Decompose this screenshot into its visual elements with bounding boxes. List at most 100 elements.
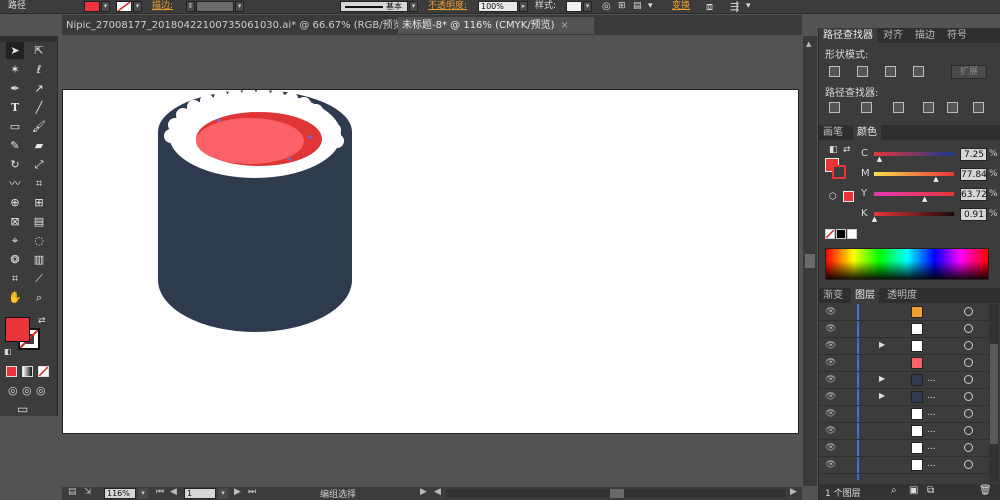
target-circle-icon[interactable] bbox=[964, 375, 973, 384]
perspective-grid-tool-icon[interactable]: ⊞ bbox=[30, 194, 48, 211]
layer-row[interactable]: 👁 bbox=[819, 321, 989, 338]
stroke-weight-stepper[interactable]: ⇕ bbox=[186, 1, 195, 12]
stroke-dropdown[interactable]: ▾ bbox=[133, 1, 142, 12]
curvature-tool-icon[interactable]: ↗ bbox=[30, 80, 48, 97]
fill-dropdown[interactable]: ▾ bbox=[101, 1, 110, 12]
visibility-eye-icon[interactable]: 👁 bbox=[825, 324, 836, 334]
isolate-icon[interactable]: ⧈ bbox=[706, 0, 713, 13]
tab-untitled-8[interactable]: 未标题-8* @ 116% (CMYK/预览) × bbox=[398, 17, 594, 34]
default-fill-stroke-icon[interactable]: ◧ bbox=[829, 145, 838, 155]
warp-tool-icon[interactable]: 〰 bbox=[6, 175, 24, 192]
expand-arrow-icon[interactable]: ▶ bbox=[879, 340, 885, 349]
clipping-mask-icon[interactable]: ▣ bbox=[909, 485, 918, 496]
artboard[interactable] bbox=[62, 87, 800, 435]
layer-row[interactable]: 👁 ▶... bbox=[819, 389, 989, 406]
channel-slider-m[interactable] bbox=[874, 172, 954, 176]
expand-button[interactable]: 扩展 bbox=[951, 65, 987, 79]
hscroll-thumb[interactable] bbox=[610, 489, 624, 498]
color-spectrum[interactable] bbox=[825, 248, 989, 280]
layer-row[interactable]: 👁... bbox=[819, 423, 989, 440]
out-of-gamut-icon[interactable]: ⬡ bbox=[829, 192, 837, 202]
slider-handle-icon[interactable]: ▲ bbox=[872, 215, 877, 223]
delete-layer-icon[interactable]: 🗑 bbox=[979, 485, 992, 496]
transform-label[interactable]: 变换 bbox=[672, 0, 690, 13]
more-icon[interactable]: ▾ bbox=[648, 0, 653, 13]
page-input[interactable]: 1 bbox=[184, 488, 216, 499]
brush-definition[interactable]: 基本 bbox=[340, 1, 408, 12]
align-icon[interactable]: ⊞ bbox=[618, 0, 626, 13]
white-swatch[interactable] bbox=[847, 229, 857, 239]
paintbrush-tool-icon[interactable]: 🖌 bbox=[30, 118, 48, 135]
draw-behind-icon[interactable]: ◎ bbox=[22, 384, 32, 397]
layers-scroll-thumb[interactable] bbox=[990, 344, 998, 444]
minus-front-icon[interactable] bbox=[857, 66, 868, 77]
swap-fill-stroke-icon[interactable]: ⇄ bbox=[843, 145, 851, 155]
first-page-icon[interactable]: ⏮ bbox=[156, 487, 164, 497]
blend-tool-icon[interactable]: ◌ bbox=[30, 232, 48, 249]
trim-icon[interactable] bbox=[861, 102, 872, 113]
visibility-eye-icon[interactable]: 👁 bbox=[825, 358, 836, 368]
layer-row[interactable]: 👁... bbox=[819, 440, 989, 457]
slice-tool-icon[interactable]: ⟋ bbox=[30, 270, 48, 287]
pencil-tool-icon[interactable]: ✎ bbox=[6, 137, 24, 154]
stroke-weight-input[interactable] bbox=[196, 1, 234, 12]
arrange-dropdown-icon[interactable]: ▾ bbox=[746, 0, 751, 13]
prev-page-icon[interactable]: ◀ bbox=[170, 487, 177, 497]
hand-tool-icon[interactable]: ✋ bbox=[6, 289, 24, 306]
opacity-input[interactable]: 100% bbox=[478, 1, 518, 12]
target-circle-icon[interactable] bbox=[964, 341, 973, 350]
tab-align[interactable]: 对齐 bbox=[879, 28, 907, 43]
slider-handle-icon[interactable]: ▲ bbox=[877, 155, 882, 163]
direct-selection-tool-icon[interactable]: ⇱ bbox=[30, 42, 48, 59]
tab-pathfinder[interactable]: 路径查找器 bbox=[819, 28, 877, 43]
stroke-label[interactable]: 描边: bbox=[152, 0, 173, 13]
gradient-tool-icon[interactable]: ▤ bbox=[30, 213, 48, 230]
distribute-icon[interactable]: ▤ bbox=[633, 0, 642, 13]
layer-row[interactable]: 👁... bbox=[819, 457, 989, 474]
fill-swatch[interactable] bbox=[84, 1, 100, 12]
scroll-thumb[interactable] bbox=[805, 254, 815, 268]
channel-slider-k[interactable] bbox=[874, 212, 954, 216]
visibility-eye-icon[interactable]: 👁 bbox=[825, 375, 836, 385]
layers-scrollbar[interactable] bbox=[989, 304, 999, 482]
magic-wand-tool-icon[interactable]: ✶ bbox=[6, 61, 24, 78]
symbol-sprayer-tool-icon[interactable]: ❂ bbox=[6, 251, 24, 268]
target-circle-icon[interactable] bbox=[964, 307, 973, 316]
fill-color-swatch[interactable] bbox=[5, 317, 30, 342]
last-page-icon[interactable]: ⏭ bbox=[248, 487, 256, 497]
hscroll-left-icon[interactable]: ◀ bbox=[434, 487, 441, 497]
layer-row[interactable]: 👁... bbox=[819, 406, 989, 423]
opacity-dropdown[interactable]: ▸ bbox=[519, 1, 528, 12]
scale-tool-icon[interactable]: ⤢ bbox=[30, 156, 48, 173]
channel-slider-y[interactable] bbox=[874, 192, 954, 196]
eyedropper-tool-icon[interactable]: ⌖ bbox=[6, 232, 24, 249]
tab-symbols[interactable]: 符号 bbox=[943, 28, 971, 43]
target-circle-icon[interactable] bbox=[964, 392, 973, 401]
intersect-icon[interactable] bbox=[885, 66, 896, 77]
sushi-artwork[interactable] bbox=[63, 87, 800, 435]
stroke-swatch[interactable] bbox=[116, 1, 132, 12]
zoom-input[interactable]: 116% bbox=[104, 488, 136, 499]
type-tool-icon[interactable]: T bbox=[6, 99, 24, 116]
selection-tool-icon[interactable]: ➤ bbox=[6, 42, 24, 59]
color-mode-icon[interactable] bbox=[6, 366, 17, 377]
unite-icon[interactable] bbox=[829, 66, 840, 77]
channel-value-c[interactable]: 7.25 bbox=[960, 148, 987, 161]
draw-inside-icon[interactable]: ◎ bbox=[36, 384, 46, 397]
free-transform-tool-icon[interactable]: ⌗ bbox=[30, 175, 48, 192]
pen-tool-icon[interactable]: ✒ bbox=[6, 80, 24, 97]
channel-value-y[interactable]: 63.72 bbox=[960, 188, 987, 201]
new-sublayer-icon[interactable]: ⧉ bbox=[927, 485, 934, 496]
layer-row[interactable]: 👁 bbox=[819, 355, 989, 372]
fish-light[interactable] bbox=[196, 118, 304, 164]
crop-icon[interactable] bbox=[923, 102, 934, 113]
artboard-nav-icon[interactable]: ▤ bbox=[68, 487, 77, 497]
canvas-vertical-scrollbar[interactable]: ▲ bbox=[803, 36, 817, 486]
tab-layers[interactable]: 图层 bbox=[851, 288, 879, 303]
channel-value-k[interactable]: 0.91 bbox=[960, 208, 987, 221]
mesh-tool-icon[interactable]: ⊠ bbox=[6, 213, 24, 230]
zoom-dropdown[interactable]: ▾ bbox=[138, 488, 148, 499]
visibility-eye-icon[interactable]: 👁 bbox=[825, 341, 836, 351]
close-icon[interactable]: × bbox=[561, 20, 569, 31]
lasso-tool-icon[interactable]: ℓ bbox=[30, 61, 48, 78]
